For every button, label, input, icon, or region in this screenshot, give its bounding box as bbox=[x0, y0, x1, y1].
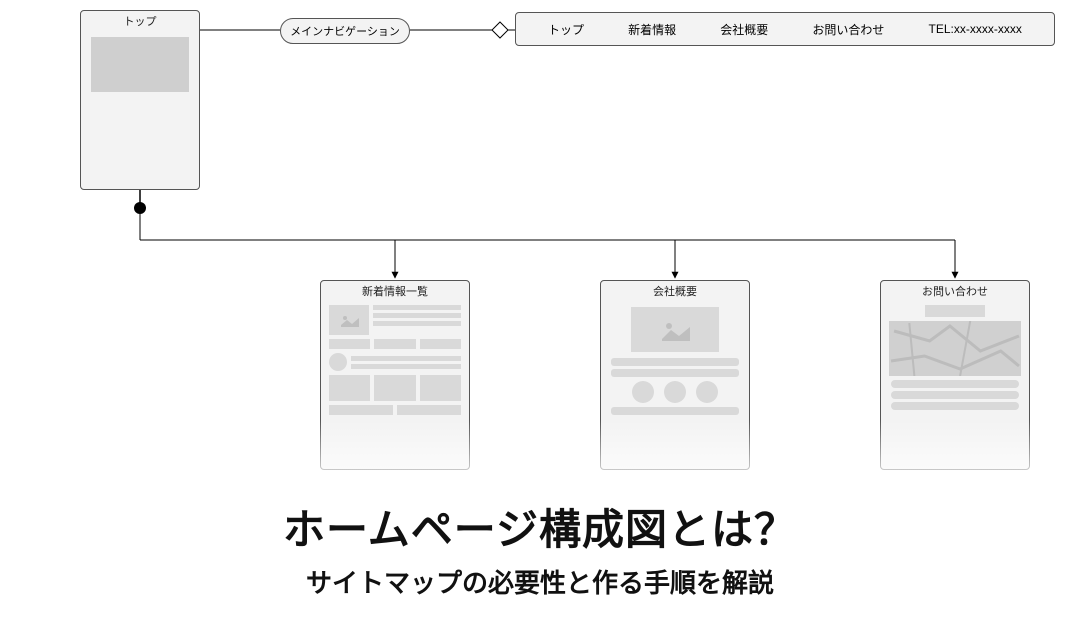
navbar-preview: トップ 新着情報 会社概要 お問い合わせ TEL:xx-xxxx-xxxx bbox=[515, 12, 1055, 46]
navbar-item: お問い合わせ bbox=[812, 21, 884, 38]
main-navigation-label: メインナビゲーション bbox=[280, 18, 410, 44]
navbar-item: トップ bbox=[548, 21, 584, 38]
main-navigation-label-text: メインナビゲーション bbox=[290, 23, 400, 39]
node-news-list-label: 新着情報一覧 bbox=[321, 281, 469, 301]
navbar-item: TEL:xx-xxxx-xxxx bbox=[929, 22, 1022, 36]
node-contact-label: お問い合わせ bbox=[881, 281, 1029, 301]
node-top-label: トップ bbox=[81, 11, 199, 31]
navbar-item: 会社概要 bbox=[720, 21, 768, 38]
image-placeholder-icon bbox=[631, 307, 719, 352]
top-hero-placeholder bbox=[91, 37, 189, 92]
node-company-label: 会社概要 bbox=[601, 281, 749, 301]
node-top: トップ bbox=[80, 10, 200, 190]
avatar-placeholder-icon bbox=[329, 353, 347, 371]
map-placeholder-icon bbox=[889, 321, 1021, 376]
image-placeholder-icon bbox=[329, 305, 369, 335]
article-title: ホームページ構成図とは？ bbox=[0, 496, 1080, 557]
navbar-item: 新着情報 bbox=[628, 21, 676, 38]
article-subtitle: サイトマップの必要性と作る手順を解説 bbox=[0, 563, 1080, 600]
article-headline: ホームページ構成図とは？ サイトマップの必要性と作る手順を解説 bbox=[0, 496, 1080, 600]
